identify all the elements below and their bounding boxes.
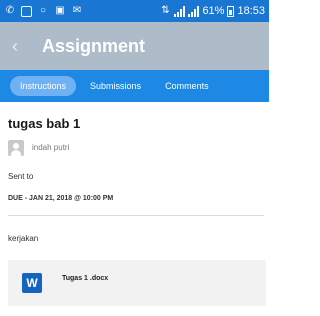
tab-comments[interactable]: Comments: [155, 76, 219, 96]
due-date: DUE - JAN 21, 2018 @ 10:00 PM: [8, 195, 114, 202]
status-icons-left: ✆ ○ ▣ ✉: [4, 5, 83, 17]
status-icons-right: ⇅ 61% 18:53: [159, 5, 265, 17]
signal-icon: [188, 5, 200, 17]
author-name: indah putri: [32, 143, 70, 152]
word-document-icon: W: [22, 273, 46, 293]
circle-icon: ○: [39, 5, 47, 16]
whatsapp-icon: ✆: [5, 5, 15, 16]
assignment-title: tugas bab 1: [8, 116, 81, 131]
attachment-file-name: Tugas 1 .docx: [62, 275, 109, 282]
app-bar: ‹ Assignment: [0, 22, 269, 70]
tab-submissions[interactable]: Submissions: [80, 76, 151, 96]
clock: 18:53: [237, 5, 265, 17]
battery-percent: 61%: [202, 5, 225, 17]
attachment-card[interactable]: W Tugas 1 .docx: [8, 260, 266, 306]
avatar: [8, 140, 24, 156]
tab-instructions[interactable]: Instructions: [10, 76, 77, 96]
data-icon: ⇅: [161, 5, 170, 16]
status-bar: ✆ ○ ▣ ✉ ⇅ 61% 18:53: [0, 0, 269, 22]
mail-icon: ✉: [72, 5, 82, 16]
assignment-description: kerjakan: [8, 234, 39, 243]
page-title: Assignment: [42, 35, 146, 56]
chevron-left-icon[interactable]: ‹: [12, 36, 34, 57]
chat-icon: ▣: [55, 5, 65, 16]
divider: [8, 215, 264, 216]
tab-bar: Instructions Submissions Comments: [0, 70, 269, 102]
gallery-icon: [21, 5, 32, 17]
sent-to-label: Sent to: [8, 172, 34, 181]
battery-icon: [227, 5, 235, 17]
signal-icon: [174, 5, 186, 17]
